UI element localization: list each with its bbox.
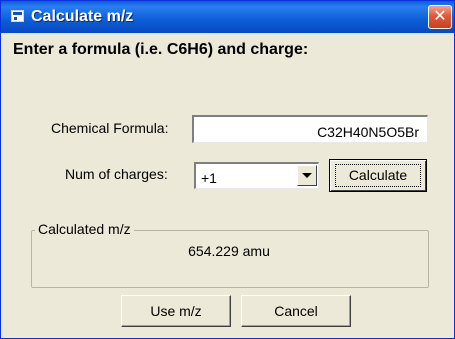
charges-label: Num of charges:: [65, 166, 168, 182]
charges-selected-value: +1: [201, 170, 217, 186]
title-bar[interactable]: Calculate m/z ✕: [1, 1, 454, 33]
app-window-icon: [11, 10, 24, 22]
formula-label: Chemical Formula:: [51, 120, 169, 136]
calculate-button[interactable]: Calculate: [329, 159, 427, 192]
window-title: Calculate m/z: [31, 8, 134, 25]
focus-ring: [335, 164, 421, 187]
result-group-label: Calculated m/z: [35, 221, 134, 237]
instruction-heading: Enter a formula (i.e. C6H6) and charge:: [13, 41, 309, 58]
close-icon: ✕: [433, 8, 447, 25]
result-value: 654.229 amu: [188, 243, 270, 259]
cancel-button-label: Cancel: [274, 303, 318, 319]
result-groupbox: [31, 230, 429, 288]
formula-input[interactable]: [192, 115, 428, 143]
close-button[interactable]: ✕: [428, 5, 452, 29]
use-mz-button-label: Use m/z: [150, 303, 202, 319]
calculate-mz-dialog: Calculate m/z ✕ Enter a formula (i.e. C6…: [0, 0, 455, 339]
charges-select[interactable]: +1: [194, 162, 319, 189]
use-mz-button[interactable]: Use m/z: [121, 295, 231, 327]
chevron-down-icon[interactable]: [297, 165, 317, 186]
cancel-button[interactable]: Cancel: [241, 295, 351, 327]
